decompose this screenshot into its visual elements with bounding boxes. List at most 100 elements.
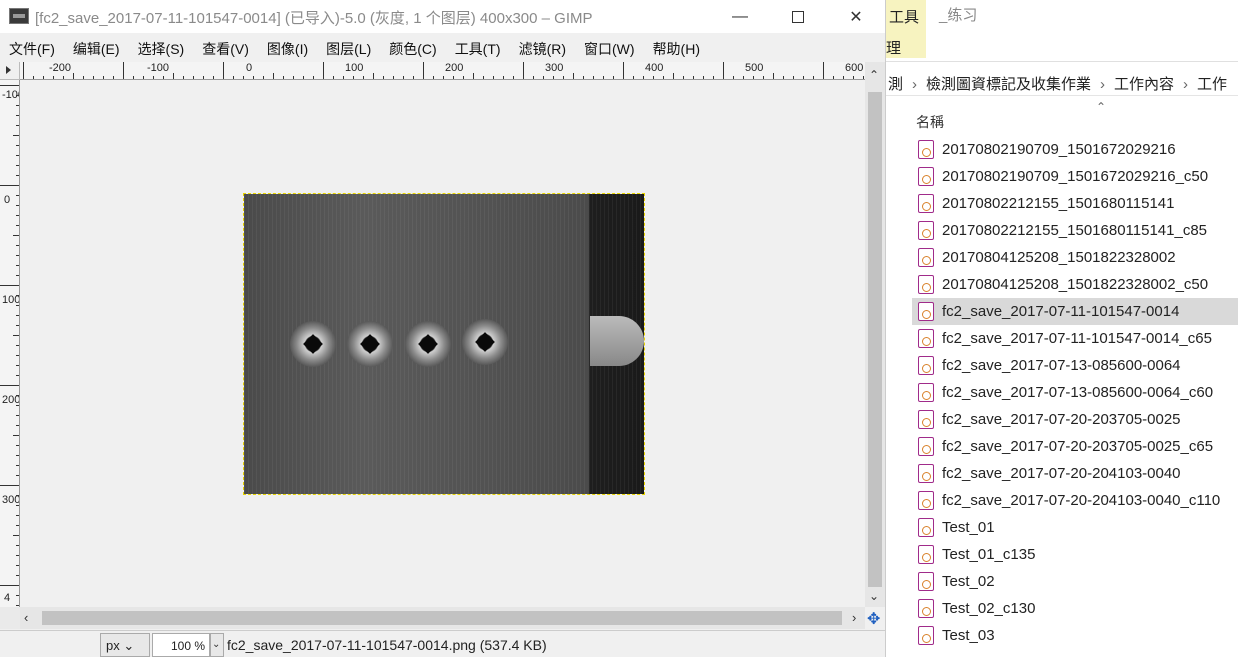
horizontal-scrollbar[interactable]: ‹ › [20,607,865,629]
ribbon-tab-tools[interactable]: 工具 理 [886,0,926,58]
ribbon-group-label: 理 [886,40,902,57]
image-canvas[interactable] [243,193,645,495]
ruler-tick [223,62,224,79]
breadcrumb-item[interactable]: 檢測圖資標記及收集作業 [926,76,1091,93]
ruler-tick [343,76,344,79]
ruler-tick [13,235,19,236]
file-name: fc2_save_2017-07-13-085600-0064 [942,357,1181,374]
png-file-icon [918,410,934,429]
list-item[interactable]: Test_02 [886,568,1238,595]
file-name: fc2_save_2017-07-20-204103-0040 [942,465,1181,482]
file-name: 20170802212155_1501680115141_c85 [942,222,1207,239]
menu-view[interactable]: 查看(V) [193,36,258,60]
ruler-tick [93,76,94,79]
ruler-tick [723,62,724,79]
zoom-dropdown[interactable]: ⌄ [210,633,224,657]
unit-value: px [106,638,120,653]
ruler-tick [13,335,19,336]
vertical-scrollbar[interactable]: ⌃ ⌄ [865,62,885,607]
minimize-icon: — [732,7,748,25]
navigate-icon[interactable]: ✥ [867,609,880,629]
breadcrumb-item[interactable]: 工作內容 [1114,76,1174,93]
list-item[interactable]: fc2_save_2017-07-11-101547-0014_c65 [886,325,1238,352]
breadcrumb[interactable]: 測 › 檢測圖資標記及收集作業 › 工作內容 › 工作 [886,66,1238,96]
list-item[interactable]: 20170802190709_1501672029216_c50 [886,163,1238,190]
ruler-tick [423,62,424,79]
ruler-tick [16,595,19,596]
horizontal-scroll-thumb[interactable] [42,611,842,625]
list-item[interactable]: Test_01 [886,514,1238,541]
list-item[interactable]: 20170802190709_1501672029216 [886,136,1238,163]
menu-layer[interactable]: 图层(L) [317,36,380,60]
menu-file[interactable]: 文件(F) [0,36,64,60]
list-item[interactable]: fc2_save_2017-07-20-204103-0040 [886,460,1238,487]
ruler-tick [143,76,144,79]
menu-edit[interactable]: 编辑(E) [64,36,129,60]
ruler-tick [16,515,19,516]
ruler-tick [16,505,19,506]
chevron-right-icon: › [1100,76,1106,93]
vertical-ruler[interactable]: -100 0 100 200 300 4 [0,80,20,607]
ribbon: 工具 理 _练习 [886,0,1238,62]
title-bar[interactable]: [fc2_save_2017-07-11-101547-0014] (已导入)-… [0,0,885,33]
menu-windows[interactable]: 窗口(W) [575,36,644,60]
screw-head [347,321,393,367]
minimize-button[interactable]: — [711,0,769,33]
maximize-button[interactable] [769,0,827,33]
ruler-tick [73,73,74,79]
ruler-tick [713,76,714,79]
list-item[interactable]: Test_01_c135 [886,541,1238,568]
list-item[interactable]: 20170804125208_1501822328002_c50 [886,271,1238,298]
menu-image[interactable]: 图像(I) [258,36,317,60]
list-item[interactable]: fc2_save_2017-07-20-203705-0025_c65 [886,433,1238,460]
chevron-down-icon: ⌄ [123,638,135,653]
quick-mask-toggle[interactable] [0,62,20,80]
ruler-tick [303,76,304,79]
ribbon-tab-practice[interactable]: _练习 [939,4,977,25]
list-item[interactable]: 20170802212155_1501680115141 [886,190,1238,217]
menu-filters[interactable]: 滤镜(R) [510,36,575,60]
list-item-selected[interactable]: fc2_save_2017-07-11-101547-0014 [912,298,1238,325]
list-item[interactable]: fc2_save_2017-07-20-203705-0025 [886,406,1238,433]
list-item[interactable]: Test_03 [886,622,1238,649]
list-item[interactable]: fc2_save_2017-07-13-085600-0064_c60 [886,379,1238,406]
list-item[interactable]: Test_02_c130 [886,595,1238,622]
ruler-label: 300 [2,494,20,506]
ruler-tick [0,485,19,486]
png-file-icon [918,383,934,402]
scroll-right-icon[interactable]: › [852,610,856,625]
horizontal-ruler[interactable]: -200 -100 0 100 200 300 400 500 600 [20,62,865,80]
ruler-tick [413,76,414,79]
scroll-left-icon[interactable]: ‹ [24,610,28,625]
scroll-down-icon[interactable]: ⌄ [869,589,879,603]
list-item[interactable]: fc2_save_2017-07-13-085600-0064 [886,352,1238,379]
ruler-tick [16,245,19,246]
scroll-up-icon[interactable]: ⌃ [869,68,879,82]
ruler-tick [253,76,254,79]
ruler-tick [543,76,544,79]
list-item[interactable]: fc2_save_2017-07-20-204103-0040_c110 [886,487,1238,514]
list-item[interactable]: 20170804125208_1501822328002 [886,244,1238,271]
breadcrumb-item[interactable]: 工作 [1197,76,1227,93]
list-item[interactable]: 20170802212155_1501680115141_c85 [886,217,1238,244]
breadcrumb-item[interactable]: 測 [888,76,903,93]
ruler-tick [16,475,19,476]
column-header-name[interactable]: 名稱 [916,112,944,132]
menu-tools[interactable]: 工具(T) [446,36,510,60]
close-button[interactable]: ✕ [827,0,885,33]
ruler-tick [16,545,19,546]
ruler-tick [16,425,19,426]
unit-select[interactable]: px ⌄ [100,633,150,657]
ruler-tick [553,76,554,79]
ruler-tick [803,76,804,79]
vertical-scroll-thumb[interactable] [868,92,882,587]
ruler-tick [13,435,19,436]
zoom-field[interactable]: 100 % [152,633,210,657]
ruler-tick [793,76,794,79]
ruler-tick [273,73,274,79]
menu-help[interactable]: 帮助(H) [644,36,709,60]
menu-select[interactable]: 选择(S) [129,36,194,60]
menu-colors[interactable]: 颜色(C) [380,36,445,60]
ruler-tick [683,76,684,79]
canvas-area[interactable] [21,81,865,607]
